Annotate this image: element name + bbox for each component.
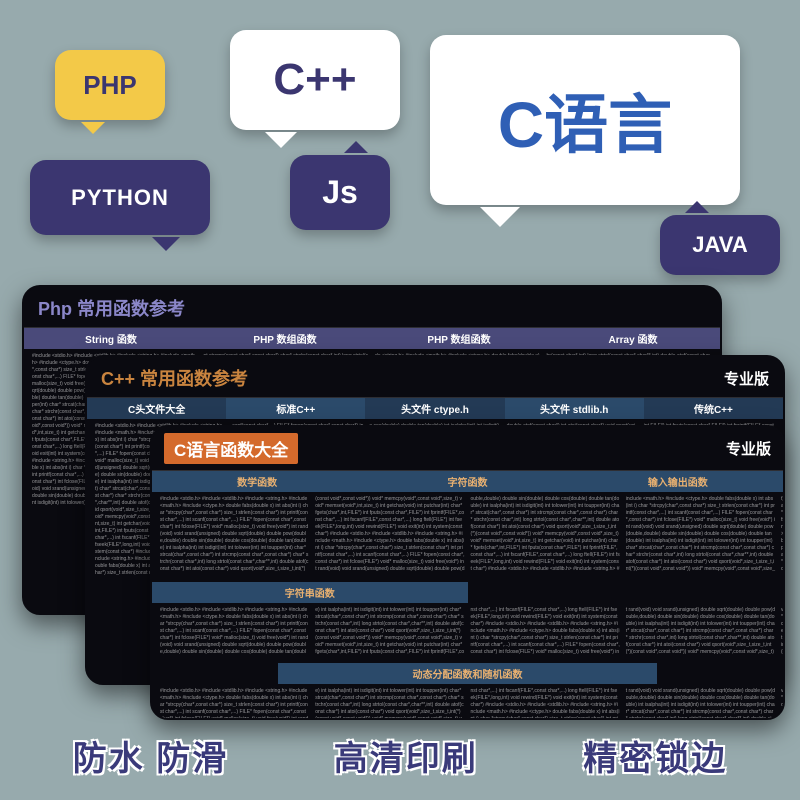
col-header: 数学函数	[152, 471, 362, 492]
col-header: PHP 数组函数	[198, 328, 372, 349]
mousepad-c-title: C语言函数大全	[164, 433, 298, 464]
mousepad-php-columns: String 函数 PHP 数组函数 PHP 数组函数 Array 函数	[24, 328, 720, 349]
col-header: Array 函数	[546, 328, 720, 349]
col-header: 头文件 stdlib.h	[505, 398, 644, 419]
bubble-php: PHP	[55, 50, 165, 120]
bubble-java-label: JAVA	[692, 232, 747, 258]
feature-stitched-edge: 精密锁边	[583, 731, 727, 780]
mousepad-c: C语言函数大全 专业版 数学函数 字符函数 输入输出函数 #include <s…	[150, 425, 785, 720]
bubble-cpp-label: C++	[273, 55, 356, 105]
bubble-js-label: Js	[322, 174, 358, 211]
col-header: 头文件 ctype.h	[365, 398, 504, 419]
mousepad-cpp-badge: 专业版	[724, 368, 769, 389]
mousepad-php-title: Php 常用函数参考	[24, 287, 720, 328]
mousepad-c-titlebar: C语言函数大全 专业版	[152, 427, 783, 471]
mousepad-c-columns-2: 字符串函数	[152, 582, 783, 603]
mousepad-c-columns-1: 数学函数 字符函数 输入输出函数	[152, 471, 783, 492]
col-header: 标准C++	[226, 398, 365, 419]
col-header: C头文件大全	[87, 398, 226, 419]
col-header: 字符函数	[362, 471, 572, 492]
feature-waterproof: 防水 防滑	[73, 731, 228, 780]
mousepad-cpp-title: C++ 常用函数参考	[101, 365, 248, 391]
col-header: 传统C++	[644, 398, 783, 419]
mousepad-c-body-1: #include <stdio.h> #include <stdlib.h> #…	[152, 492, 783, 582]
col-header: String 函数	[24, 328, 198, 349]
bubble-c-language: C语言	[430, 35, 740, 205]
col-header: 输入输出函数	[573, 471, 783, 492]
bubble-php-label: PHP	[83, 70, 136, 101]
bubble-cpp: C++	[230, 30, 400, 130]
mousepad-c-columns-3: 动态分配函数和随机函数	[152, 663, 783, 684]
mousepad-c-body-2: #include <stdio.h> #include <stdlib.h> #…	[152, 603, 783, 663]
mousepad-c-badge: 专业版	[726, 438, 771, 459]
bubble-python: PYTHON	[30, 160, 210, 235]
feature-hd-print: 高清印刷	[334, 731, 478, 780]
feature-bar: 防水 防滑 高清印刷 精密锁边	[0, 731, 800, 780]
mousepad-cpp-titlebar: C++ 常用函数参考 专业版	[87, 357, 783, 398]
bubble-js: Js	[290, 155, 390, 230]
bubble-python-label: PYTHON	[71, 185, 169, 211]
col-header: PHP 数组函数	[372, 328, 546, 349]
col-header: 动态分配函数和随机函数	[278, 663, 657, 684]
bubble-java: JAVA	[660, 215, 780, 275]
col-header: 字符串函数	[152, 582, 468, 603]
mousepad-c-body-3: #include <stdio.h> #include <stdlib.h> #…	[152, 684, 783, 720]
mousepad-cpp-columns: C头文件大全 标准C++ 头文件 ctype.h 头文件 stdlib.h 传统…	[87, 398, 783, 419]
bubble-clang-label: C语言	[498, 74, 672, 166]
